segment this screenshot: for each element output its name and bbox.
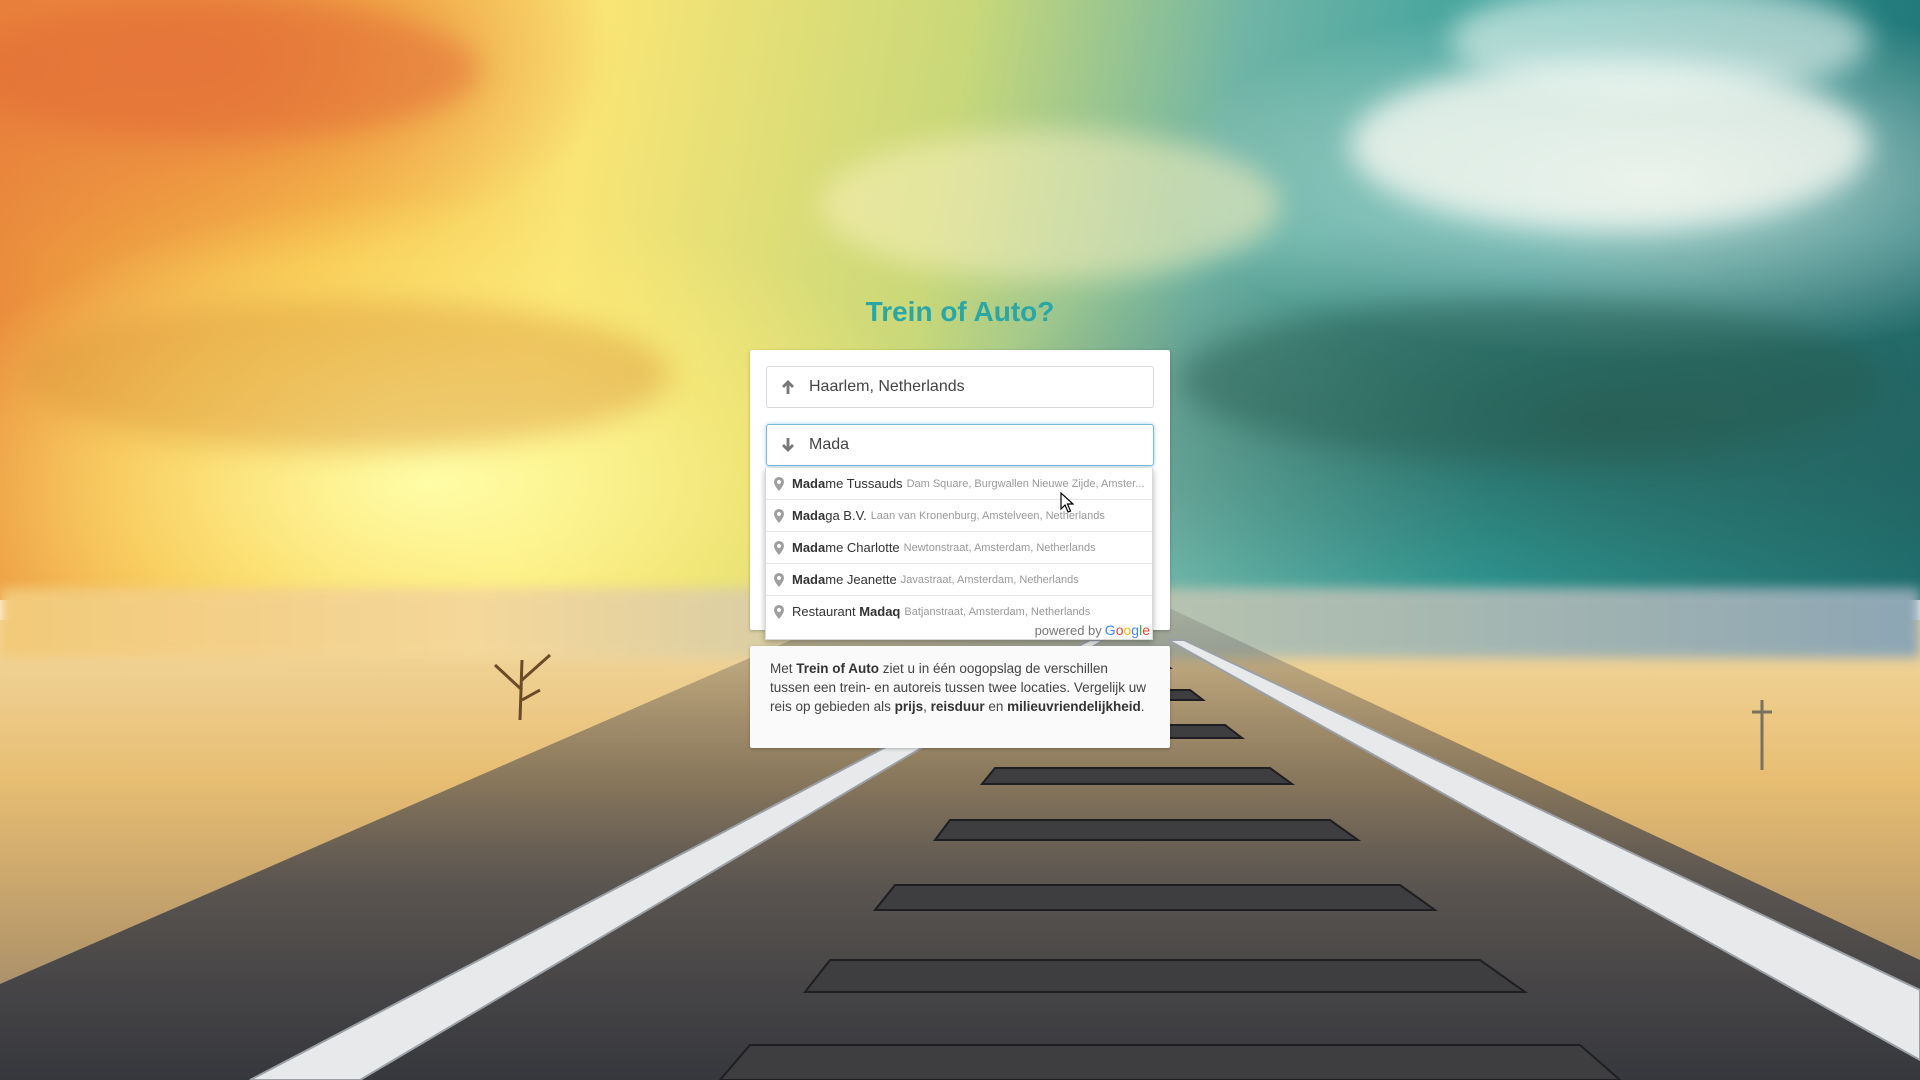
autocomplete-item[interactable]: Madame Charlotte Newtonstraat, Amsterdam…	[766, 531, 1152, 563]
autocomplete-secondary-text: Newtonstraat, Amsterdam, Netherlands	[903, 541, 1096, 554]
map-pin-icon	[766, 508, 792, 523]
origin-input[interactable]	[809, 368, 1153, 406]
mouse-cursor-icon	[1060, 492, 1074, 513]
info-card: Met Trein of Auto ziet u in één oogopsla…	[750, 646, 1170, 748]
autocomplete-item[interactable]: Madaga B.V. Laan van Kronenburg, Amstelv…	[766, 499, 1152, 531]
arrow-up-icon	[767, 379, 809, 395]
utility-pole	[1752, 700, 1772, 770]
powered-by-google-logo: powered by Google	[1035, 622, 1150, 638]
destination-field[interactable]	[766, 424, 1154, 466]
map-pin-icon	[766, 572, 792, 587]
tree	[493, 653, 551, 721]
autocomplete-main-text: Madame Jeanette	[792, 572, 897, 587]
right-rail	[1164, 639, 1920, 1062]
keyword-duration: reisduur	[930, 699, 985, 714]
map-pin-icon	[766, 540, 792, 555]
autocomplete-secondary-text: Dam Square, Burgwallen Nieuwe Zijde, Ams…	[906, 477, 1145, 490]
map-pin-icon	[766, 604, 792, 619]
autocomplete-main-text: Restaurant Madaq	[792, 604, 901, 619]
autocomplete-dropdown: Madame Tussauds Dam Square, Burgwallen N…	[765, 468, 1153, 640]
keyword-price: prijs	[894, 699, 924, 714]
powered-by-label: powered by	[1034, 623, 1102, 638]
autocomplete-item[interactable]: Madame Jeanette Javastraat, Amsterdam, N…	[766, 563, 1152, 595]
map-pin-icon	[766, 476, 792, 491]
origin-field[interactable]	[766, 366, 1154, 408]
autocomplete-secondary-text: Javastraat, Amsterdam, Netherlands	[900, 573, 1079, 586]
arrow-down-icon	[767, 437, 809, 453]
autocomplete-main-text: Madame Charlotte	[792, 540, 900, 555]
page-title: Trein of Auto?	[865, 296, 1055, 327]
autocomplete-secondary-text: Batjanstraat, Amsterdam, Netherlands	[904, 605, 1091, 618]
info-text: Met Trein of Auto ziet u in één oogopsla…	[770, 661, 1146, 714]
autocomplete-main-text: Madame Tussauds	[792, 476, 903, 491]
autocomplete-main-text: Madaga B.V.	[792, 508, 867, 523]
keyword-eco: milieuvriendelijkheid	[1007, 699, 1141, 714]
destination-input[interactable]	[809, 426, 1153, 464]
autocomplete-item[interactable]: Madame Tussauds Dam Square, Burgwallen N…	[766, 468, 1152, 499]
google-wordmark: Google	[1104, 622, 1150, 638]
brand-name: Trein of Auto	[796, 661, 880, 676]
